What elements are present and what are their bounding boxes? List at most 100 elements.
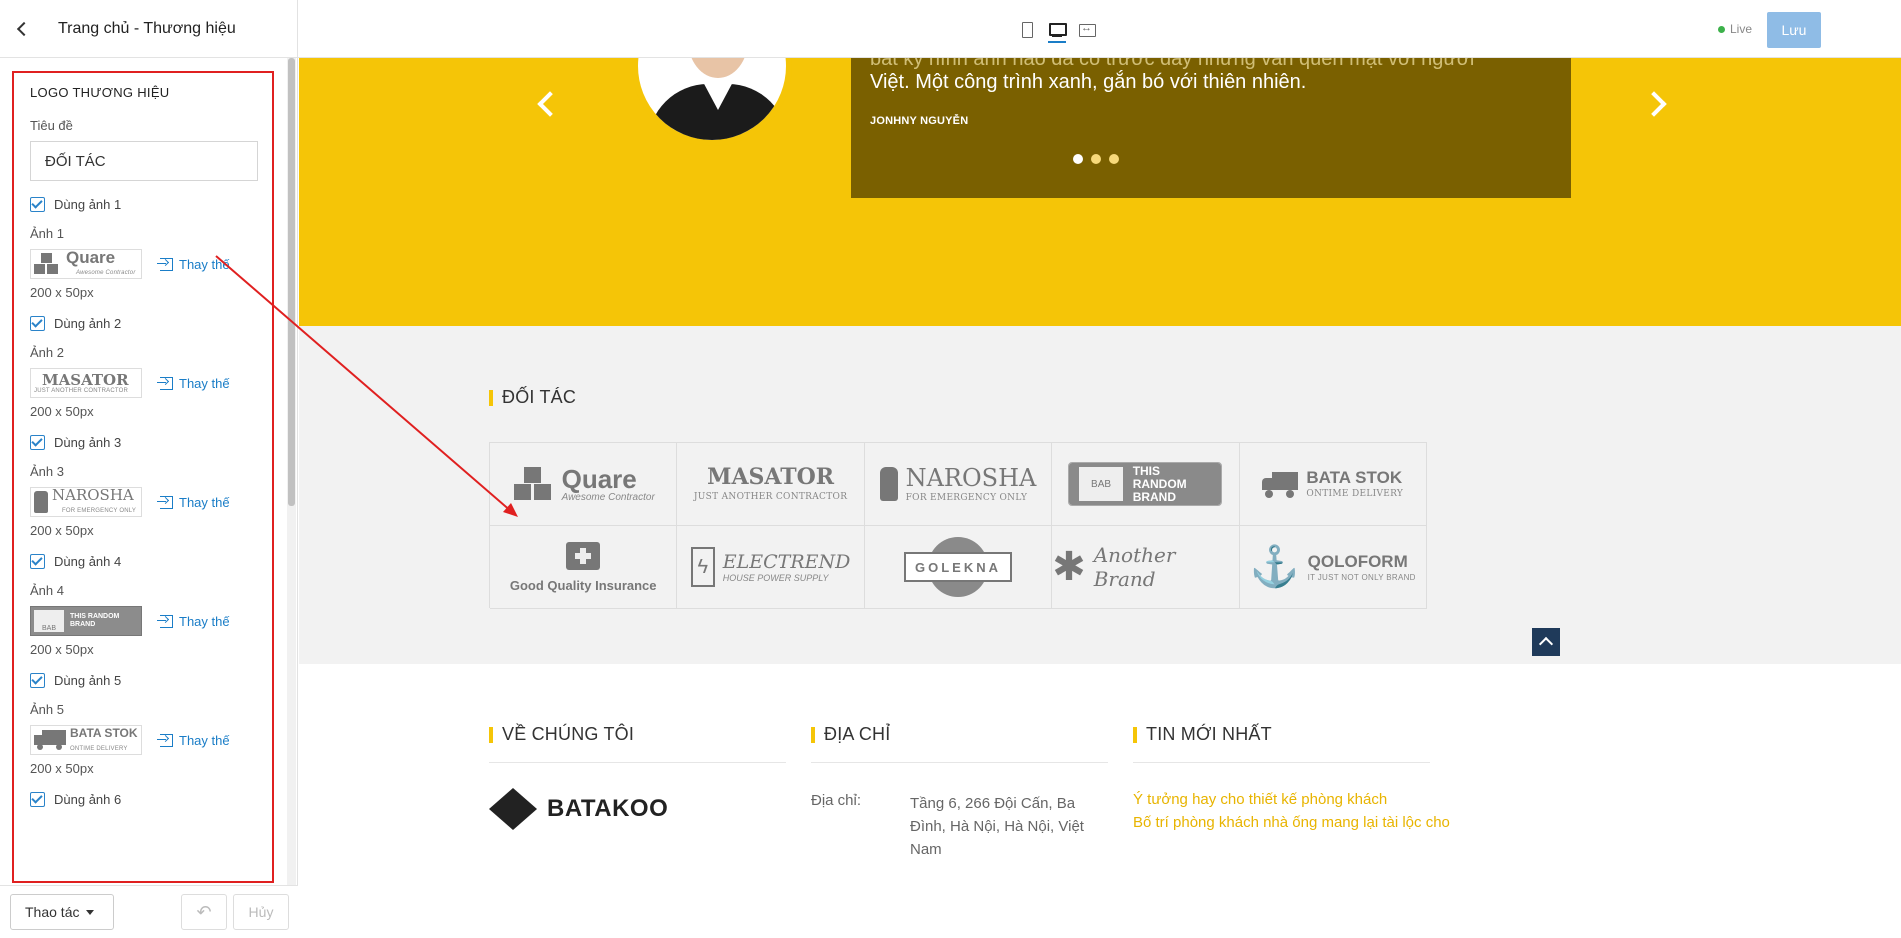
image-4-row: BAB THIS RANDOM BRAND Thay thế — [30, 606, 256, 636]
image-2-row: MASATOR JUST ANOTHER CONTRACTOR Thay thế — [30, 368, 256, 398]
save-button[interactable]: Lưu — [1767, 12, 1821, 48]
actions-dropdown[interactable]: Thao tác — [10, 894, 114, 930]
partner-logo-text: BATA STOK — [1306, 468, 1403, 487]
device-switcher — [1018, 21, 1096, 43]
thumb-4-text: THIS RANDOM BRAND — [70, 613, 120, 628]
divider — [489, 762, 786, 763]
image-4-label: Ảnh 4 — [30, 583, 64, 598]
partner-logo-text: THIS RANDOM BRAND — [1132, 463, 1187, 504]
news-link[interactable]: Ý tưởng hay cho thiết kế phòng khách — [1133, 788, 1450, 811]
undo-button[interactable]: ↶ — [181, 894, 227, 930]
asterisk-icon: ✱ — [1052, 545, 1086, 589]
battery-icon: ϟ — [690, 547, 715, 587]
avatar-face — [688, 58, 748, 78]
news-link[interactable]: Bố trí phòng khách nhà ống mang lại tài … — [1133, 811, 1450, 834]
checkbox-checked-icon[interactable] — [30, 197, 45, 212]
partner-logo: MASATOR JUST ANOTHER CONTRACTOR — [677, 443, 865, 526]
checkbox-checked-icon[interactable] — [30, 792, 45, 807]
partner-logo-sub: Awesome Contractor — [561, 491, 655, 503]
preview-toolbar: Live Lưu — [298, 0, 1901, 58]
anchor-icon: ⚓ — [1249, 545, 1300, 589]
partner-logo: ✱ Another Brand — [1052, 526, 1240, 609]
checkbox-checked-icon[interactable] — [30, 554, 45, 569]
image-4-size: 200 x 50px — [30, 642, 94, 657]
partner-logo: NAROSHA FOR EMERGENCY ONLY — [864, 443, 1053, 526]
slider-dots — [1073, 154, 1119, 164]
use-image-3-checkbox[interactable]: Dùng ảnh 3 — [30, 435, 256, 450]
thumb-5-text: BATA STOK — [70, 726, 138, 740]
partner-logo: ϟ ELECTREND HOUSE POWER SUPPLY — [677, 526, 865, 609]
partner-logo-text: NAROSHA — [905, 463, 1037, 492]
use-image-3-label: Dùng ảnh 3 — [54, 435, 122, 450]
sidebar-scrollbar[interactable] — [287, 58, 296, 885]
thumb-4-sub: BAB — [34, 610, 64, 632]
partner-logo-text: Another Brand — [1093, 543, 1176, 591]
scroll-to-top-button[interactable] — [1532, 628, 1560, 656]
checkbox-checked-icon[interactable] — [30, 435, 45, 450]
partner-logo-text: Good Quality Insurance — [509, 577, 657, 593]
brand-text: BATAKOO — [547, 795, 669, 822]
thumb-2-text: MASATOR — [42, 370, 129, 389]
replace-image-5-button[interactable]: Thay thế — [157, 733, 230, 748]
replace-icon — [157, 376, 173, 390]
replace-image-2-button[interactable]: Thay thế — [157, 376, 230, 391]
use-image-5-checkbox[interactable]: Dùng ảnh 5 — [30, 673, 256, 688]
replace-label: Thay thế — [179, 613, 230, 629]
image-5-thumbnail: BATA STOK ONTIME DELIVERY — [30, 725, 142, 755]
partner-logo-sub: FOR EMERGENCY ONLY — [905, 492, 1028, 503]
partner-logo-sub: JUST ANOTHER CONTRACTOR — [693, 492, 848, 502]
replace-image-1-button[interactable]: Thay thế — [157, 257, 230, 272]
use-image-4-checkbox[interactable]: Dùng ảnh 4 — [30, 554, 256, 569]
partner-logo-text: Quare — [561, 463, 637, 494]
partner-logo-text: QOLOFORM — [1307, 551, 1408, 571]
image-3-thumbnail: NAROSHA FOR EMERGENCY ONLY — [30, 487, 142, 517]
title-input[interactable]: ĐỐI TÁC — [30, 141, 258, 181]
partner-logo: BAB THIS RANDOM BRAND — [1052, 443, 1240, 526]
partners-grid: Quare Awesome Contractor MASATOR JUST AN… — [489, 442, 1427, 609]
use-image-1-label: Dùng ảnh 1 — [54, 197, 122, 212]
replace-image-3-button[interactable]: Thay thế — [157, 495, 230, 510]
brand-logo-panel: LOGO THƯƠNG HIỆU Tiêu đề ĐỐI TÁC Dùng ản… — [12, 71, 274, 883]
use-image-1-checkbox[interactable]: Dùng ảnh 1 — [30, 197, 256, 212]
address-title: ĐỊA CHỈ — [811, 724, 890, 745]
scrollbar-thumb[interactable] — [288, 58, 295, 506]
use-image-6-label: Dùng ảnh 6 — [54, 792, 122, 807]
title-field-label: Tiêu đề — [30, 118, 73, 133]
use-image-4-label: Dùng ảnh 4 — [54, 554, 122, 569]
use-image-2-checkbox[interactable]: Dùng ảnh 2 — [30, 316, 256, 331]
cubes-icon — [512, 467, 554, 501]
live-dot-icon — [1718, 25, 1725, 33]
use-image-6-checkbox[interactable]: Dùng ảnh 6 — [30, 792, 256, 807]
back-arrow-icon[interactable] — [14, 21, 30, 37]
quote-text-partial: bất kỳ hình ảnh nào đã có trước đây nhưn… — [870, 58, 1475, 70]
partner-logo-sub: BAB — [1079, 467, 1123, 501]
use-image-2-label: Dùng ảnh 2 — [54, 316, 122, 331]
partner-logo: GOLEKNA — [864, 526, 1053, 609]
truck-icon — [1262, 472, 1299, 498]
replace-icon — [157, 733, 173, 747]
checkbox-checked-icon[interactable] — [30, 673, 45, 688]
slider-prev-icon[interactable] — [537, 91, 563, 117]
slider-dot[interactable] — [1109, 154, 1119, 164]
slider-next-icon[interactable] — [1641, 91, 1667, 117]
partner-logo-text: GOLEKNA — [903, 552, 1012, 582]
news-list: Ý tưởng hay cho thiết kế phòng khách Bố … — [1133, 788, 1450, 834]
image-2-size: 200 x 50px — [30, 404, 94, 419]
fullwidth-view-icon[interactable] — [1078, 21, 1096, 39]
cubes-icon — [34, 253, 60, 275]
cancel-button[interactable]: Hủy — [233, 894, 289, 930]
sidebar-footer: Thao tác ↶ Hủy — [0, 885, 298, 938]
desktop-view-icon[interactable] — [1048, 21, 1067, 43]
checkbox-checked-icon[interactable] — [30, 316, 45, 331]
replace-image-4-button[interactable]: Thay thế — [157, 613, 230, 629]
first-aid-kit-icon — [566, 541, 601, 570]
tablet-view-icon[interactable] — [1018, 21, 1036, 39]
truck-icon — [34, 730, 66, 750]
caret-down-icon — [86, 909, 95, 915]
image-2-label: Ảnh 2 — [30, 345, 64, 360]
thumb-1-sub: Awesome Contractor — [76, 270, 136, 276]
slider-dot[interactable] — [1073, 154, 1083, 164]
slider-dot[interactable] — [1091, 154, 1101, 164]
thumb-5-sub: ONTIME DELIVERY — [70, 746, 128, 752]
partner-logo: Good Quality Insurance — [490, 526, 678, 609]
